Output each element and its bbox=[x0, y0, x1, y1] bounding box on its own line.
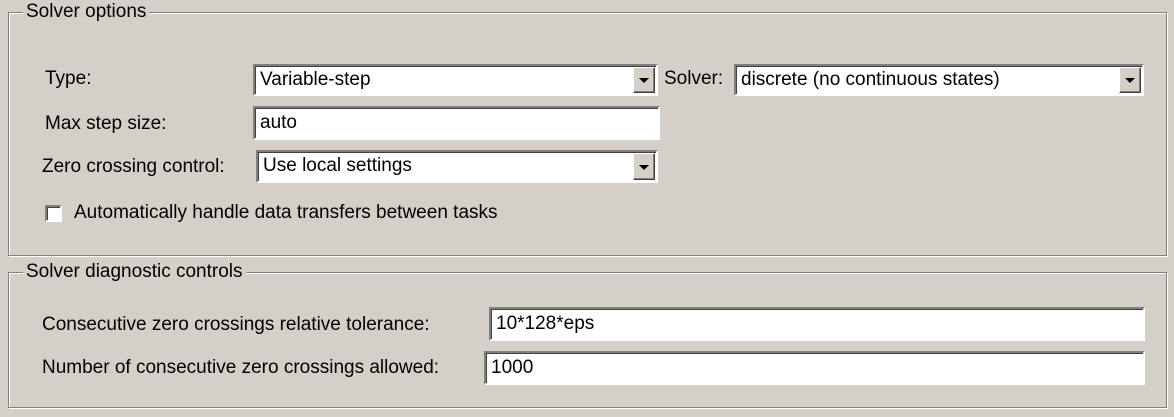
zero-crossing-control-button[interactable] bbox=[633, 153, 655, 180]
relative-tolerance-label: Consecutive zero crossings relative tole… bbox=[42, 314, 430, 335]
solver-dropdown[interactable]: discrete (no continuous states) bbox=[734, 64, 1144, 96]
solver-dropdown-value: discrete (no continuous states) bbox=[741, 69, 1000, 90]
type-dropdown-button[interactable] bbox=[633, 67, 655, 93]
solver-label: Solver: bbox=[664, 68, 724, 89]
solver-dropdown-button[interactable] bbox=[1119, 67, 1141, 93]
zero-crossing-control-dropdown[interactable]: Use local settings bbox=[256, 150, 658, 183]
auto-data-transfer-label[interactable]: Automatically handle data transfers betw… bbox=[74, 202, 498, 224]
number-allowed-input[interactable] bbox=[484, 351, 1145, 385]
type-dropdown[interactable]: Variable-step bbox=[253, 64, 658, 96]
type-label: Type: bbox=[45, 68, 92, 89]
chevron-down-icon bbox=[639, 164, 649, 170]
chevron-down-icon bbox=[639, 78, 649, 83]
type-dropdown-value: Variable-step bbox=[260, 69, 371, 90]
auto-data-transfer-checkbox[interactable] bbox=[45, 205, 62, 222]
solver-diagnostic-controls-title: Solver diagnostic controls bbox=[23, 261, 246, 283]
chevron-down-icon bbox=[1125, 78, 1135, 83]
relative-tolerance-input[interactable] bbox=[489, 307, 1145, 341]
max-step-size-input[interactable] bbox=[253, 106, 660, 140]
zero-crossing-control-value: Use local settings bbox=[263, 155, 412, 176]
max-step-size-label: Max step size: bbox=[45, 113, 167, 134]
solver-options-title: Solver options bbox=[23, 1, 150, 23]
number-allowed-label: Number of consecutive zero crossings all… bbox=[42, 357, 440, 378]
zero-crossing-control-label: Zero crossing control: bbox=[42, 156, 225, 177]
